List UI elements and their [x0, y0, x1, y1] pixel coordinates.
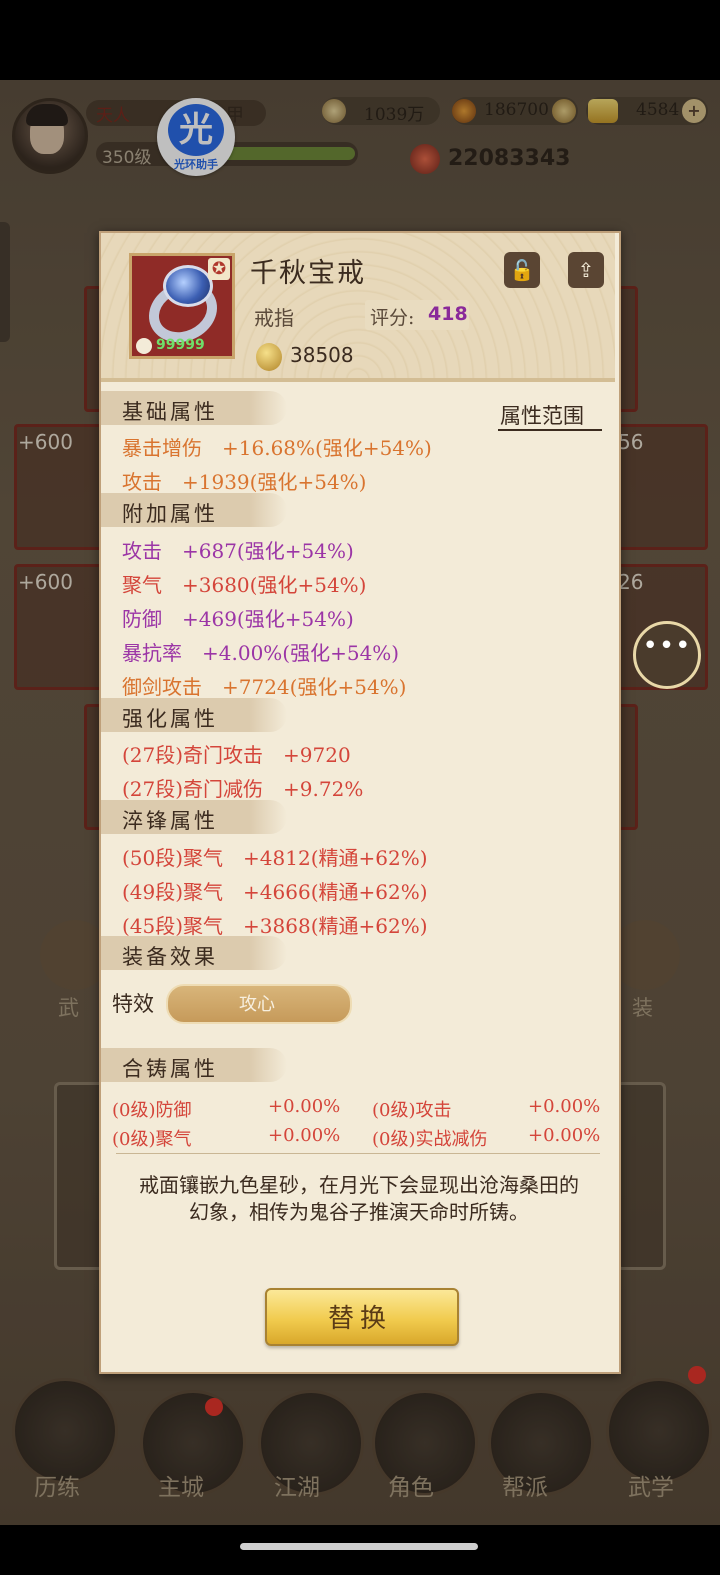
lock-icon[interactable]: 🔓: [504, 252, 540, 288]
section-title-extra: 附加属性: [122, 502, 218, 526]
item-level-badge: 99999: [156, 337, 205, 353]
chat-dots: •••: [642, 631, 692, 661]
ring-icon: [163, 265, 213, 307]
coin-value: 38508: [290, 343, 354, 367]
item-lock-icon: [136, 338, 152, 354]
attr-row: 御剑攻击 +7724(强化+54%): [122, 675, 407, 699]
coin-icon: [256, 343, 282, 371]
attr-row: (45段)聚气 +3868(精通+62%): [122, 914, 428, 938]
share-icon[interactable]: ⇪: [568, 252, 604, 288]
description-divider: [116, 1153, 600, 1154]
score-value: 418: [428, 303, 468, 325]
section-title-base: 基础属性: [122, 400, 218, 424]
attr-row: 暴抗率 +4.00%(强化+54%): [122, 641, 400, 665]
forge-value: +0.00%: [528, 1096, 601, 1117]
forge-name: (0级)防御: [112, 1100, 192, 1121]
item-type: 戒指: [254, 306, 294, 330]
forge-name: (0级)攻击: [372, 1100, 452, 1121]
popup-header-divider: [101, 378, 615, 382]
attr-row: 聚气 +3680(强化+54%): [122, 573, 367, 597]
attr-row: (50段)聚气 +4812(精通+62%): [122, 846, 428, 870]
score-label: 评分:: [370, 307, 415, 329]
item-name: 千秋宝戒: [250, 258, 366, 289]
replace-button-label: 替换: [327, 1304, 392, 1334]
bottom-bar: [0, 1525, 720, 1575]
forge-value: +0.00%: [268, 1125, 341, 1146]
attr-row: (27段)奇门攻击 +9720: [122, 743, 351, 767]
attr-row: 暴击增伤 +16.68%(强化+54%): [122, 436, 432, 460]
forge-name: (0级)聚气: [112, 1129, 192, 1150]
effect-label: 特效: [112, 992, 154, 1016]
item-description: 戒面镶嵌九色星砂，在月光下会显现出沧海桑田的幻象，相传为鬼谷子推演天命时所铸。: [139, 1173, 579, 1224]
forge-name: (0级)实战减伤: [372, 1129, 488, 1150]
section-title-forge: 合铸属性: [122, 1057, 218, 1081]
home-indicator[interactable]: [240, 1543, 478, 1550]
section-title-effect: 装备效果: [122, 945, 218, 969]
attr-row: 攻击 +1939(强化+54%): [122, 470, 367, 494]
attr-row: 防御 +469(强化+54%): [122, 607, 354, 631]
section-title-temper: 淬锋属性: [122, 809, 218, 833]
effect-value: 攻心: [239, 994, 275, 1015]
attr-range-underline: [498, 429, 602, 431]
attr-range-link[interactable]: 属性范围: [500, 400, 584, 430]
forge-value: +0.00%: [268, 1096, 341, 1117]
attr-row: (49段)聚气 +4666(精通+62%): [122, 880, 428, 904]
attr-row: (27段)奇门减伤 +9.72%: [122, 777, 364, 801]
attr-row: 攻击 +687(强化+54%): [122, 539, 354, 563]
forge-value: +0.00%: [528, 1125, 601, 1146]
section-title-enhance: 强化属性: [122, 707, 218, 731]
item-star-icon: ✪: [208, 258, 230, 280]
